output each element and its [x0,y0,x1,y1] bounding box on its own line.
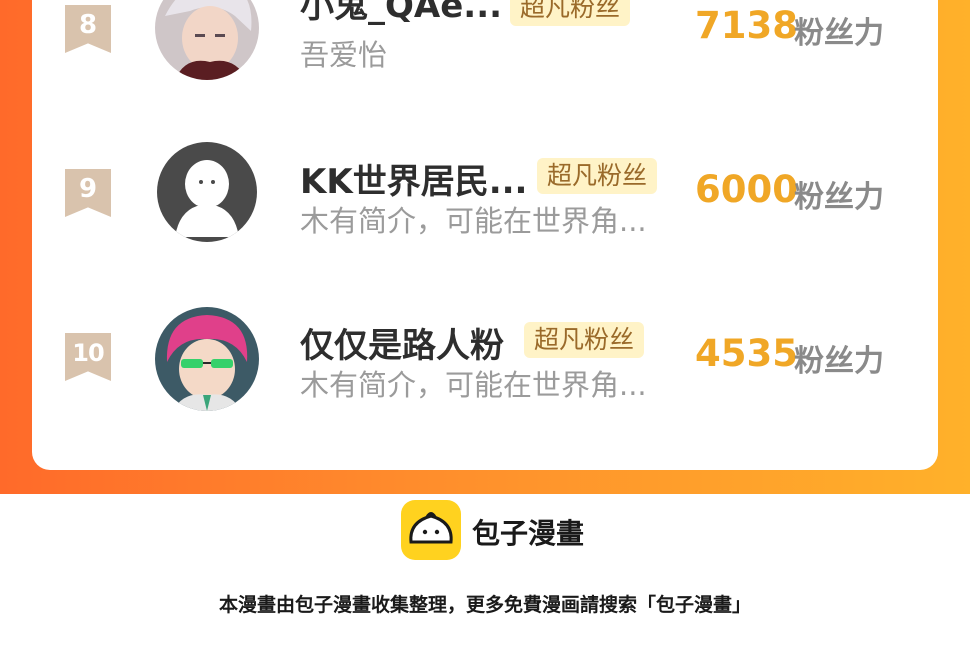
leaderboard-row[interactable]: 9 KK世界居民... 超凡粉丝 木有简介，可能在世界角... 6000 粉丝力 [32,138,938,268]
fan-power-unit: 粉丝力 [794,16,884,51]
fan-badge: 超凡粉丝 [510,0,631,26]
rank-ribbon: 10 [65,333,111,381]
fan-power-unit: 粉丝力 [794,180,884,215]
fan-power-score: 7138 [695,4,798,47]
user-bio: 吾爱怡 [300,38,388,72]
user-avatar[interactable] [157,142,257,242]
avatar-anime-pink-hair [155,307,259,411]
leaderboard-card: 8 小鬼_QAe... 超凡粉丝 吾爱怡 7138 粉丝力 9 KK世界居民..… [32,0,938,470]
user-bio: 木有简介，可能在世界角... [300,204,647,238]
fan-power-score: 6000 [695,168,798,211]
user-bio: 木有简介，可能在世界角... [300,368,647,402]
user-name[interactable]: 仅仅是路人粉 [300,318,504,367]
fan-badge: 超凡粉丝 [524,322,645,358]
default-avatar-icon [157,142,257,242]
user-name[interactable]: 小鬼_QAe... [300,0,502,27]
brand-name: 包子漫畫 [472,517,585,550]
avatar-anime-white-hair [155,0,259,80]
user-avatar[interactable] [155,0,259,80]
baozi-logo-icon [401,500,461,560]
rank-ribbon: 8 [65,5,111,53]
fan-power-score: 4535 [695,332,798,375]
fan-badge: 超凡粉丝 [537,158,658,194]
leaderboard-row[interactable]: 8 小鬼_QAe... 超凡粉丝 吾爱怡 7138 粉丝力 [32,0,938,100]
rank-ribbon: 9 [65,169,111,217]
orange-banner: 8 小鬼_QAe... 超凡粉丝 吾爱怡 7138 粉丝力 9 KK世界居民..… [0,0,970,494]
fan-power-unit: 粉丝力 [794,344,884,379]
leaderboard-row[interactable]: 10 仅仅是路人粉 超凡粉丝 木有简介，可能在世界角... 4535 粉丝力 [32,302,938,432]
user-avatar[interactable] [155,307,259,411]
user-name[interactable]: KK世界居民... [300,154,527,203]
source-notice: 本漫畫由包子漫畫收集整理，更多免費漫画請搜索「包子漫畫」 [218,594,751,616]
